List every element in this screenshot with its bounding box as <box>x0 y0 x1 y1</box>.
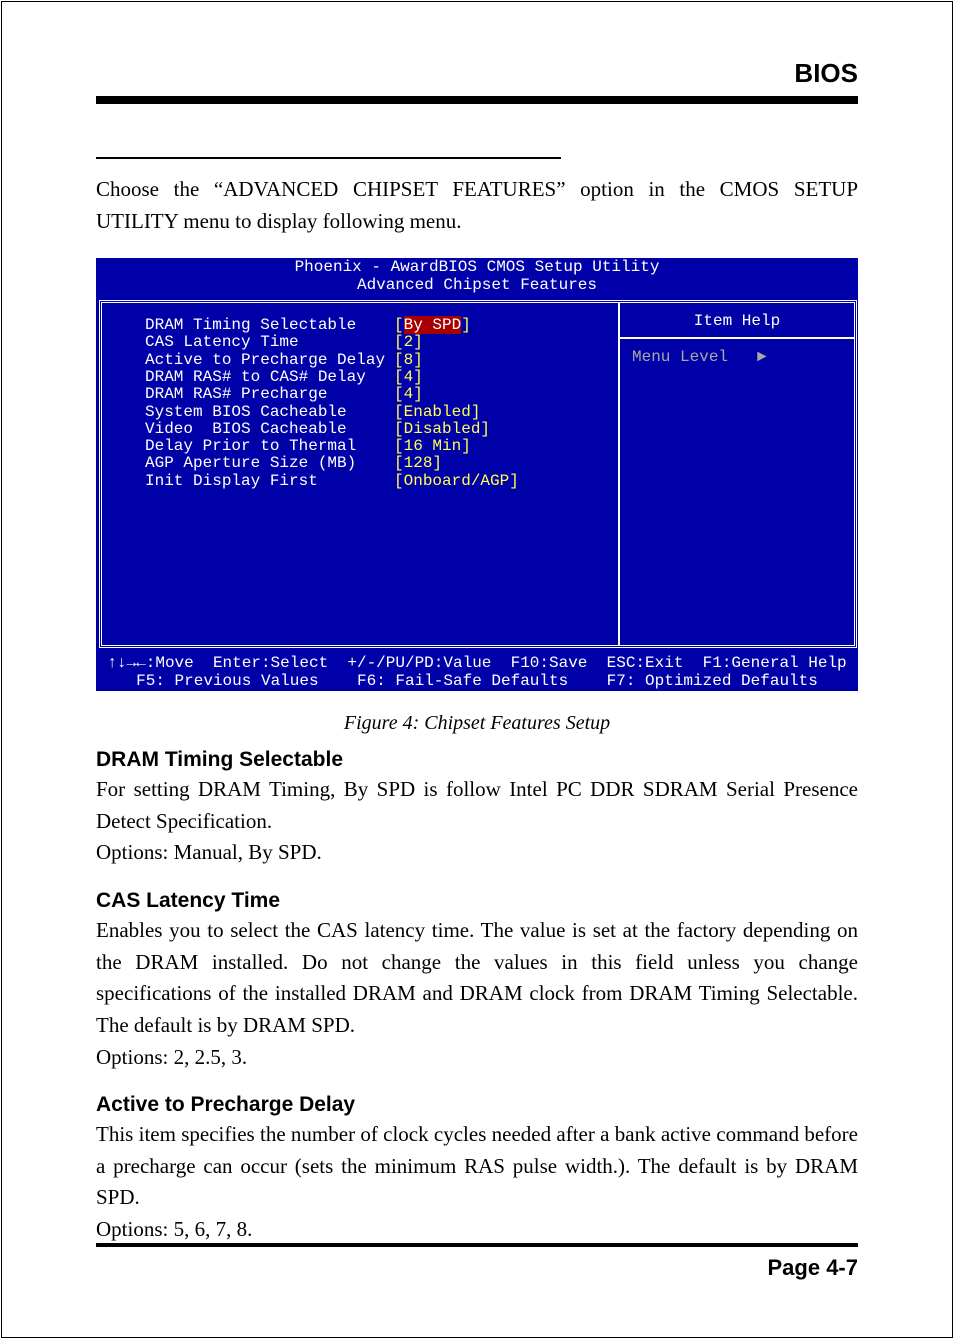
bios-item-value[interactable]: [2] <box>394 334 423 351</box>
bios-panel: DRAM Timing Selectable [By SPD] CAS Latenc… <box>99 300 857 648</box>
menu-level: Menu Level ► <box>632 348 767 366</box>
bios-item-value[interactable]: [By SPD] <box>394 316 471 334</box>
options-text: Options: 5, 6, 7, 8. <box>96 1217 253 1242</box>
options-text: Options: 2, 2.5, 3. <box>96 1044 248 1069</box>
bios-item-value[interactable]: [4] <box>394 386 423 403</box>
section-heading: Active to Precharge Delay <box>96 1093 356 1116</box>
figure-caption: Figure 4: Chipset Features Setup <box>343 712 611 734</box>
bios-value-text: 16 Min <box>403 437 462 456</box>
section-body: Enables you to select the CAS latency ti… <box>96 915 858 1074</box>
bios-value-text: By SPD <box>403 316 462 334</box>
bios-value-text: 128 <box>403 454 433 473</box>
bios-item-label[interactable]: AGP Aperture Size (MB) <box>145 455 356 473</box>
bios-item-value[interactable]: [8] <box>394 350 423 369</box>
item-help-title: Item Help <box>693 312 781 330</box>
bios-item-label[interactable]: System BIOS Cacheable <box>145 403 347 421</box>
options-text: Options: Manual, By SPD. <box>96 840 322 865</box>
section-body: For setting DRAM Timing, By SPD is follo… <box>96 774 858 869</box>
bios-item-value[interactable]: [Onboard/AGP] <box>394 471 519 490</box>
bios-item-label[interactable]: DRAM RAS# Precharge <box>145 385 327 403</box>
bios-value-text: Onboard/AGP <box>403 471 510 490</box>
bios-item-value[interactable]: [16 Min] <box>394 437 471 456</box>
bios-item-label[interactable]: Video BIOS Cacheable <box>145 420 347 438</box>
bios-item-value[interactable]: [4] <box>394 367 423 386</box>
description-text: For setting DRAM Timing, By SPD is follo… <box>96 777 858 833</box>
help-divider <box>620 337 854 339</box>
bios-screenshot: Phoenix - AwardBIOS CMOS Setup Utility A… <box>96 258 858 691</box>
bios-value-text: 4 <box>403 367 414 386</box>
bios-footer-defaults: F5: Previous Values F6: Fail-Safe Defaul… <box>136 672 818 690</box>
bios-item-label[interactable]: Init Display First <box>145 472 318 490</box>
bios-item-value[interactable]: [Disabled] <box>394 419 490 438</box>
bios-title: Phoenix - AwardBIOS CMOS Setup Utility <box>294 258 660 276</box>
bios-item-label[interactable]: DRAM Timing Selectable <box>145 316 356 334</box>
intro-text: Choose the “ADVANCED CHIPSET FEATURES” o… <box>96 177 858 233</box>
description-text: Enables you to select the CAS latency ti… <box>96 918 858 1038</box>
panel-divider <box>618 303 620 645</box>
bios-value-text: Enabled <box>403 402 471 421</box>
header-rule <box>96 96 858 104</box>
bios-footer-keys: ↑↓→←:Move Enter:Select +/-/PU/PD:Value F… <box>107 654 847 672</box>
section-rule <box>96 157 561 159</box>
bios-item-label[interactable]: CAS Latency Time <box>145 333 299 351</box>
bios-value-text: 8 <box>403 350 414 369</box>
bios-item-label[interactable]: Active to Precharge Delay <box>145 351 385 369</box>
section-body: This item specifies the number of clock … <box>96 1119 858 1246</box>
bios-subtitle: Advanced Chipset Features <box>356 276 598 294</box>
section-heading: CAS Latency Time <box>96 889 281 912</box>
bios-value-text: 4 <box>403 385 414 404</box>
bios-item-value[interactable]: [Enabled] <box>394 402 480 421</box>
bios-value-text: Disabled <box>403 419 481 438</box>
section-heading: DRAM Timing Selectable <box>96 748 343 771</box>
bios-item-label[interactable]: DRAM RAS# to CAS# Delay <box>145 368 366 386</box>
bios-item-value[interactable]: [128] <box>394 455 442 472</box>
page-number: Page 4-7 <box>767 1255 859 1280</box>
page-header: BIOS <box>794 58 858 88</box>
description-text: This item specifies the number of clock … <box>96 1122 858 1210</box>
bios-item-label[interactable]: Delay Prior to Thermal <box>145 437 356 455</box>
bios-value-text: 2 <box>403 333 414 352</box>
footer-rule <box>96 1243 858 1247</box>
